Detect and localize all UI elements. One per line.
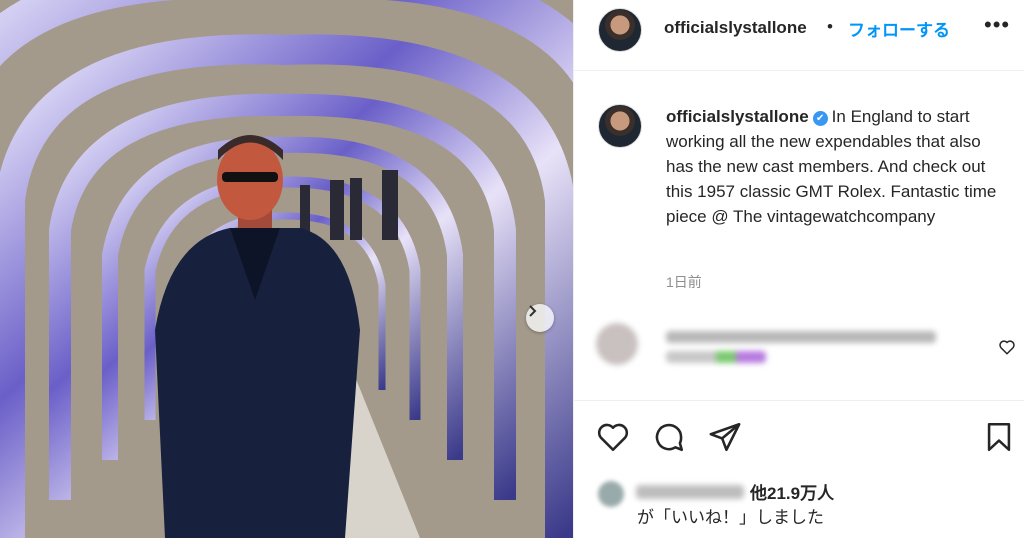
verified-badge-icon: ✔ — [812, 111, 828, 126]
likes-count[interactable]: 他21.9万人 — [750, 479, 834, 504]
bookmark-icon[interactable] — [982, 420, 1016, 454]
post-caption: officialslystallone ✔ In England to start … — [666, 104, 1011, 229]
next-photo-button[interactable] — [526, 304, 554, 332]
liker-name-redacted[interactable] — [636, 485, 744, 499]
divider — [574, 400, 1024, 401]
separator-dot: • — [827, 17, 833, 36]
caption-username[interactable]: officialslystallone — [666, 107, 809, 126]
mirror-tunnel-image — [0, 0, 573, 538]
post-photo[interactable] — [0, 0, 573, 538]
header-username[interactable]: officialslystallone — [664, 18, 807, 38]
blurred-comment — [596, 323, 996, 373]
comment-emoji-redacted — [666, 351, 766, 363]
heart-icon[interactable] — [596, 420, 630, 454]
follow-button[interactable]: フォローする — [848, 16, 950, 41]
liker-avatar[interactable] — [598, 481, 624, 507]
post-header: officialslystallone • フォローする ••• — [574, 0, 1024, 71]
comment-icon[interactable] — [652, 420, 686, 454]
caption-avatar[interactable] — [598, 104, 642, 148]
comment-like-heart-icon[interactable] — [998, 338, 1016, 356]
more-options-icon[interactable]: ••• — [984, 12, 1010, 38]
comment-avatar — [596, 323, 638, 365]
post-timestamp[interactable]: 1日前 — [666, 272, 702, 292]
post-sidebar: officialslystallone • フォローする ••• officia… — [573, 0, 1024, 538]
profile-avatar[interactable] — [598, 8, 642, 52]
chevron-right-icon — [529, 305, 537, 317]
paper-plane-icon[interactable] — [708, 420, 742, 454]
comment-text-redacted — [666, 331, 936, 343]
likes-suffix: が「いいね！」しました — [637, 508, 824, 527]
